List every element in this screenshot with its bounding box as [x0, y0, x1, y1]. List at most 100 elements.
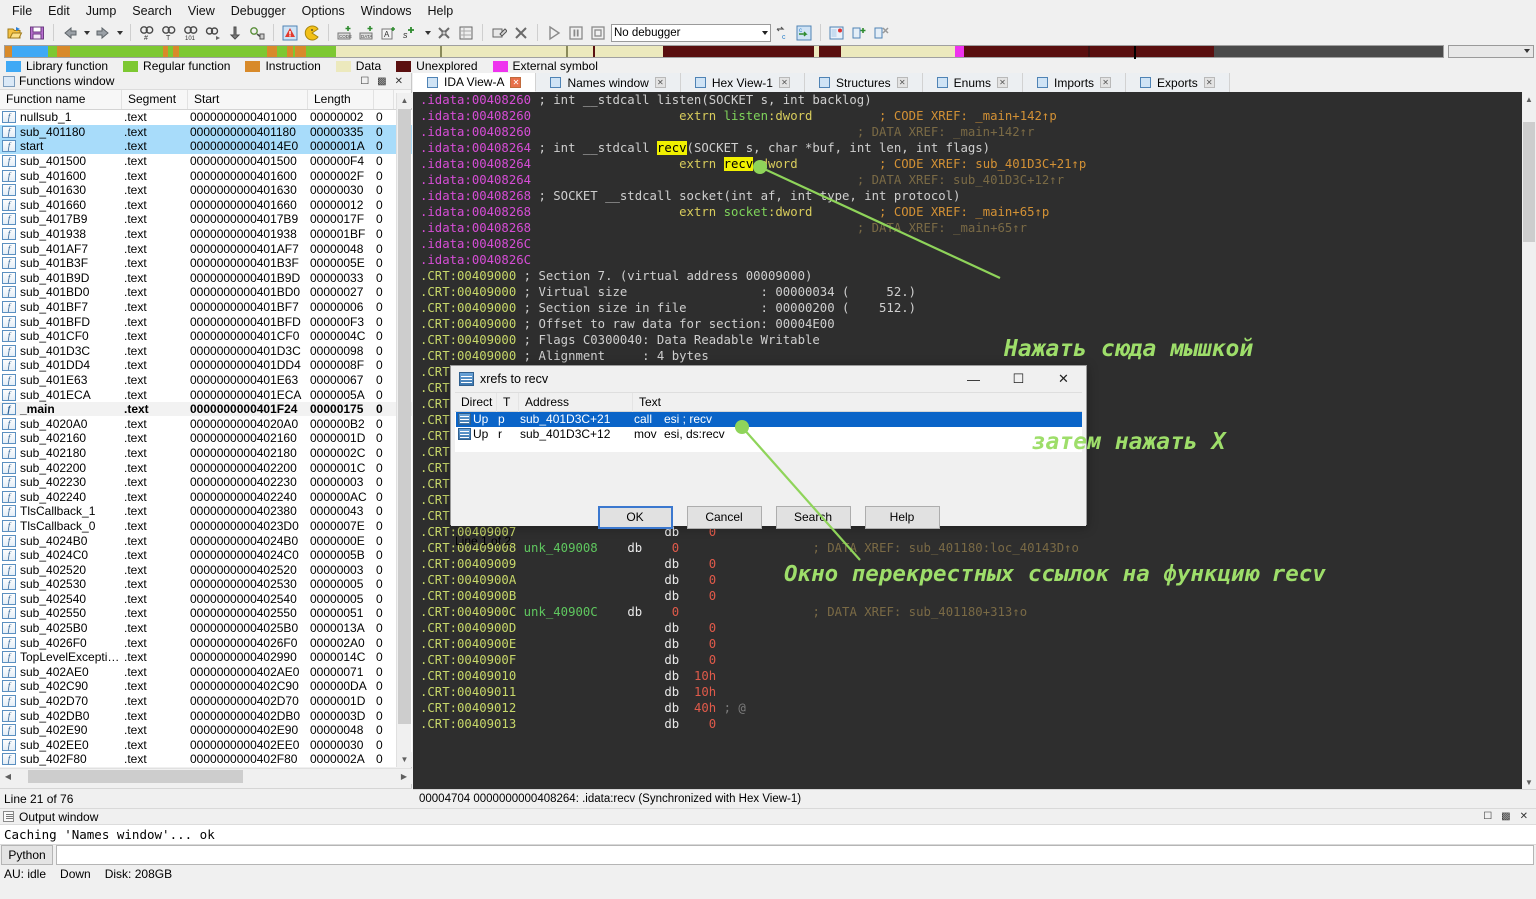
menu-item-options[interactable]: Options: [294, 2, 353, 20]
xrefs-dialog[interactable]: xrefs to recv — ☐ ✕ Direct T Address Tex…: [450, 365, 1087, 548]
table-row[interactable]: f sub_401ECA .text 0000000000401ECA 0000005A…: [0, 387, 412, 402]
output-restore-icon[interactable]: ☐: [1483, 811, 1492, 822]
disassembly-line[interactable]: .idata:00408264 ; DATA XREF: sub_401D3C+…: [413, 172, 1536, 188]
disassembly-line[interactable]: .CRT:00409000 ; Section size in file : 0…: [413, 300, 1536, 316]
table-row[interactable]: f sub_402520 .text 0000000000402520 00000003…: [0, 562, 412, 577]
disassembly-line[interactable]: .idata:00408264 ; int __stdcall recv(SOC…: [413, 140, 1536, 156]
disassembly-line[interactable]: .CRT:0040900F db 0: [413, 652, 1536, 668]
table-row[interactable]: f TlsCallback_0 .text 00000000004023D0 00000…: [0, 519, 412, 534]
table-row[interactable]: f sub_401D3C .text 0000000000401D3C 00000098…: [0, 344, 412, 359]
view-tabs[interactable]: IDA View-A ✕ Names window ✕ Hex View-1 ✕ Struc…: [413, 73, 1536, 92]
table-row[interactable]: f sub_402DB0 .text 0000000000402DB0 0000003D…: [0, 708, 412, 723]
table-row[interactable]: f sub_401DD4 .text 0000000000401DD4 0000008F…: [0, 358, 412, 373]
stop-icon[interactable]: [587, 22, 609, 43]
close-icon[interactable]: ✕: [395, 76, 403, 87]
navband-segment[interactable]: [841, 46, 955, 57]
navband-segment[interactable]: [305, 46, 336, 57]
make-struct-icon[interactable]: s: [400, 22, 422, 43]
code-scrollbar-thumb[interactable]: [1523, 122, 1535, 242]
tab-hex-view-1[interactable]: Hex View-1 ✕: [680, 73, 805, 92]
tab-imports[interactable]: Imports ✕: [1023, 73, 1127, 92]
save-icon[interactable]: [26, 22, 48, 43]
disassembly-line[interactable]: .CRT:0040900C unk_40900C db 0 ; DATA XRE…: [413, 604, 1536, 620]
xrefs-column-type[interactable]: T: [497, 392, 519, 412]
disassembly-line[interactable]: .idata:0040826C: [413, 252, 1536, 268]
disassembly-line[interactable]: .CRT:0040900B db 0: [413, 588, 1536, 604]
navband-segment[interactable]: [295, 46, 306, 57]
navband-segment[interactable]: [12, 46, 48, 57]
breakpoint-list-icon[interactable]: [826, 22, 848, 43]
functions-vertical-scrollbar[interactable]: ▲ ▼: [396, 93, 412, 767]
disassembly-line[interactable]: .CRT:0040900E db 0: [413, 636, 1536, 652]
make-ascii-icon[interactable]: A: [378, 22, 400, 43]
tab-close-icon[interactable]: ✕: [510, 76, 522, 88]
make-data-icon[interactable]: DATA: [356, 22, 378, 43]
navband-segment[interactable]: [818, 46, 842, 57]
navband-segment[interactable]: [662, 46, 814, 57]
column-header-segment[interactable]: Segment: [122, 90, 188, 109]
delete-breakpoint-icon[interactable]: [870, 22, 892, 43]
output-float-icon[interactable]: ▩: [1501, 811, 1510, 822]
search-immediate-icon[interactable]: 101: [180, 22, 202, 43]
navband-dropdown[interactable]: [1448, 44, 1534, 58]
column-header-length[interactable]: Length: [308, 90, 374, 109]
disassembly-line[interactable]: .CRT:00409008 unk_409008 db 0 ; DATA XRE…: [413, 540, 1536, 556]
chevron-down-icon[interactable]: [762, 30, 768, 35]
search-text-icon[interactable]: T: [158, 22, 180, 43]
tab-close-icon[interactable]: ✕: [654, 77, 666, 88]
scrollbar-thumb[interactable]: [398, 109, 411, 724]
functions-list[interactable]: f nullsub_1 .text 0000000000401000 00000002 0…: [0, 110, 412, 767]
scroll-up-icon[interactable]: ▲: [397, 93, 412, 108]
xrefs-column-address[interactable]: Address: [519, 392, 633, 412]
table-row[interactable]: f sub_401E63 .text 0000000000401E63 00000067…: [0, 373, 412, 388]
xrefs-column-direction[interactable]: Direct: [455, 392, 497, 412]
disassembly-line[interactable]: .CRT:00409010 db 10h: [413, 668, 1536, 684]
table-row[interactable]: f _main .text 0000000000401F24 00000175 0: [0, 401, 412, 417]
table-row[interactable]: f sub_402180 .text 0000000000402180 0000002C…: [0, 446, 412, 461]
tab-exports[interactable]: Exports ✕: [1126, 73, 1230, 92]
table-row[interactable]: f sub_4024B0 .text 00000000004024B0 0000000E…: [0, 533, 412, 548]
table-row[interactable]: f sub_401180 .text 0000000000401180 00000335…: [0, 124, 412, 140]
table-row[interactable]: f sub_401B3F .text 0000000000401B3F 0000005E…: [0, 256, 412, 271]
tab-structures[interactable]: Structures ✕: [804, 73, 923, 92]
disassembly-line[interactable]: .idata:00408268 ; DATA XREF: _main+65↑r: [413, 220, 1536, 236]
menu-item-windows[interactable]: Windows: [353, 2, 420, 20]
disassembly-line[interactable]: .CRT:00409000 ; Section 7. (virtual addr…: [413, 268, 1536, 284]
table-row[interactable]: f sub_401B9D .text 0000000000401B9D 00000033…: [0, 271, 412, 286]
disassembly-line[interactable]: .CRT:00409000 ; Flags C0300040: Data Rea…: [413, 332, 1536, 348]
ok-button[interactable]: OK: [597, 505, 673, 529]
add-breakpoint-icon[interactable]: [848, 22, 870, 43]
navigation-band[interactable]: [4, 45, 1444, 59]
disassembly-line[interactable]: .idata:00408260 ; DATA XREF: _main+142↑r: [413, 124, 1536, 140]
undefine-icon[interactable]: [433, 22, 455, 43]
hscrollbar-thumb[interactable]: [28, 770, 243, 783]
table-row[interactable]: f sub_401BD0 .text 0000000000401BD0 00000027…: [0, 285, 412, 300]
table-row[interactable]: f TlsCallback_1 .text 0000000000402380 00000…: [0, 504, 412, 519]
jump-down-icon[interactable]: [224, 22, 246, 43]
table-row[interactable]: f sub_402C90 .text 0000000000402C90 000000DA…: [0, 679, 412, 694]
table-row[interactable]: f sub_402550 .text 0000000000402550 00000051…: [0, 606, 412, 621]
table-row[interactable]: f sub_401AF7 .text 0000000000401AF7 00000048…: [0, 241, 412, 256]
disassembly-line[interactable]: .CRT:0040900D db 0: [413, 620, 1536, 636]
tab-close-icon[interactable]: ✕: [1100, 77, 1112, 88]
step-into-icon[interactable]: c: [771, 22, 793, 43]
navband-segment[interactable]: [955, 46, 965, 57]
table-row[interactable]: f sub_402530 .text 0000000000402530 00000005…: [0, 577, 412, 592]
warning-icon[interactable]: [279, 22, 301, 43]
navband-segment[interactable]: [178, 46, 268, 57]
search-hash-icon[interactable]: #: [136, 22, 158, 43]
table-row[interactable]: f sub_4025B0 .text 00000000004025B0 0000013A…: [0, 621, 412, 636]
table-row[interactable]: f sub_402540 .text 0000000000402540 00000005…: [0, 592, 412, 607]
code-scroll-down-icon[interactable]: ▼: [1522, 775, 1536, 789]
table-row[interactable]: f sub_402200 .text 0000000000402200 0000001C…: [0, 460, 412, 475]
output-close-icon[interactable]: ✕: [1520, 811, 1528, 822]
table-row[interactable]: f sub_401BFD .text 0000000000401BFD 000000F3…: [0, 314, 412, 329]
navband-segment[interactable]: [1090, 46, 1214, 57]
navband-segment[interactable]: [442, 46, 567, 57]
step-over-icon[interactable]: c: [793, 22, 815, 43]
help-button[interactable]: Help: [864, 505, 940, 529]
table-row[interactable]: f sub_401CF0 .text 0000000000401CF0 0000004C…: [0, 329, 412, 344]
xref-row[interactable]: Up r sub_401D3C+12 mov esi, ds:recv: [456, 427, 1082, 442]
restore-icon[interactable]: ☐: [360, 76, 369, 87]
edit-function-icon[interactable]: [488, 22, 510, 43]
